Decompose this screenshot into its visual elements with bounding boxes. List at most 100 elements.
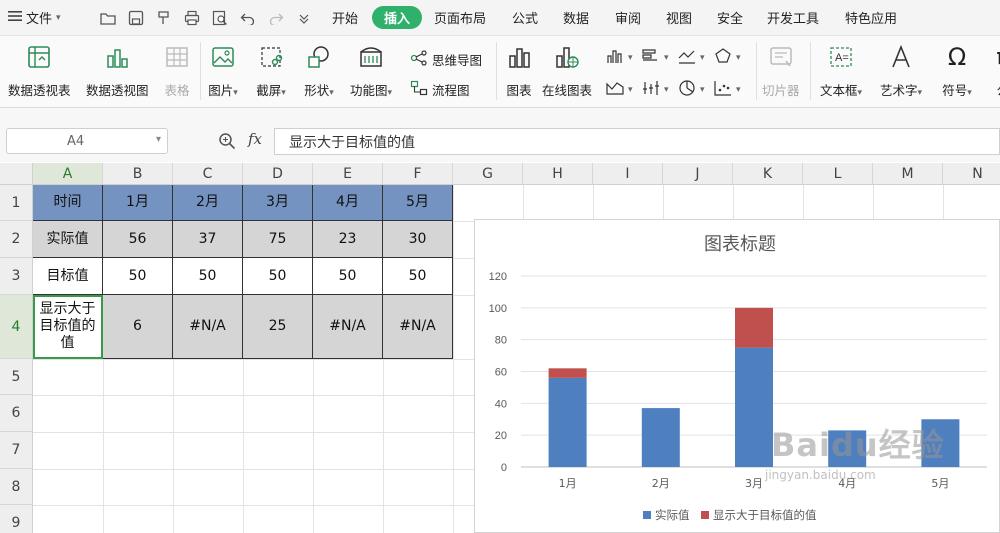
cell-b4[interactable]: 6 — [103, 295, 173, 359]
cell-d2[interactable]: 75 — [243, 221, 313, 258]
cell-c4[interactable]: #N/A — [173, 295, 243, 359]
row-header-3[interactable]: 3 — [0, 258, 33, 295]
stock-chart-button[interactable]: ▾ — [642, 80, 669, 99]
cell-f4[interactable]: #N/A — [383, 295, 453, 359]
column-header-b[interactable]: B — [103, 163, 173, 185]
formula-input[interactable]: 显示大于目标值的值 — [274, 128, 1000, 155]
row-header-5[interactable]: 5 — [0, 359, 33, 395]
cell-a3[interactable]: 目标值 — [33, 258, 103, 295]
column-header-a[interactable]: A — [33, 163, 103, 185]
symbol-button[interactable]: Ω 符号▾ — [942, 42, 972, 99]
function-chart-button[interactable]: 功能图▾ — [350, 42, 392, 99]
tab-data[interactable]: 数据 — [563, 8, 589, 27]
column-chart-button[interactable]: ▾ — [606, 48, 633, 67]
picture-button[interactable]: 图片▾ — [208, 42, 238, 99]
tab-special-apps[interactable]: 特色应用 — [845, 8, 897, 27]
column-header-i[interactable]: I — [593, 163, 663, 185]
pivot-chart-button[interactable]: 数据透视图 — [86, 42, 149, 99]
tab-home[interactable]: 开始 — [332, 8, 358, 27]
tab-page-layout[interactable]: 页面布局 — [434, 8, 486, 27]
pie-chart-button[interactable]: ▾ — [678, 80, 705, 99]
open-folder-icon[interactable] — [98, 8, 118, 28]
y-tick-label: 120 — [489, 271, 507, 283]
stacked-column-chart[interactable]: 图表标题 0 20 40 60 80 100 120 1月 2月 3月 4月 5月 实际值 显示大于目标值的… — [474, 219, 1000, 533]
column-header-n[interactable]: N — [943, 163, 1000, 185]
redo-icon[interactable] — [266, 8, 286, 28]
cell-c1[interactable]: 2月 — [173, 185, 243, 221]
line-chart-button[interactable]: ▾ — [678, 48, 705, 67]
column-header-f[interactable]: F — [383, 163, 453, 185]
area-chart-button[interactable]: ▾ — [606, 80, 633, 99]
pivot-table-button[interactable]: 数据透视表 — [8, 42, 71, 99]
cell-e4[interactable]: #N/A — [313, 295, 383, 359]
tab-formulas[interactable]: 公式 — [512, 8, 538, 27]
column-header-d[interactable]: D — [243, 163, 313, 185]
row-header-9[interactable]: 9 — [0, 505, 33, 533]
tab-developer[interactable]: 开发工具 — [767, 8, 819, 27]
screenshot-button[interactable]: 截屏▾ — [256, 42, 286, 99]
cell-b3[interactable]: 50 — [103, 258, 173, 295]
shapes-button[interactable]: 形状▾ — [304, 42, 334, 99]
tab-insert[interactable]: 插入 — [372, 6, 423, 29]
undo-icon[interactable] — [238, 8, 258, 28]
zoom-icon[interactable] — [218, 132, 236, 154]
scatter-chart-button[interactable]: ▾ — [714, 80, 741, 99]
tab-view[interactable]: 视图 — [666, 8, 692, 27]
column-header-l[interactable]: L — [803, 163, 873, 185]
customize-toolbar-icon[interactable] — [294, 8, 314, 28]
column-header-m[interactable]: M — [873, 163, 943, 185]
cell-f2[interactable]: 30 — [383, 221, 453, 258]
column-header-e[interactable]: E — [313, 163, 383, 185]
formula-insert-button[interactable]: π 公 — [988, 42, 1000, 99]
fx-icon[interactable]: fx — [248, 130, 262, 148]
cell-a1[interactable]: 时间 — [33, 185, 103, 221]
wordart-button[interactable]: 艺术字▾ — [880, 42, 922, 99]
column-header-j[interactable]: J — [663, 163, 733, 185]
print-icon[interactable] — [182, 8, 202, 28]
format-painter-icon[interactable] — [154, 8, 174, 28]
cell-e2[interactable]: 23 — [313, 221, 383, 258]
column-chart-icon — [606, 48, 624, 67]
mindmap-button[interactable]: 思维导图 — [410, 50, 482, 69]
column-header-k[interactable]: K — [733, 163, 803, 185]
cell-c3[interactable]: 50 — [173, 258, 243, 295]
save-icon[interactable] — [126, 8, 146, 28]
row-header-8[interactable]: 8 — [0, 469, 33, 505]
print-preview-icon[interactable] — [210, 8, 230, 28]
cell-e3[interactable]: 50 — [313, 258, 383, 295]
textbox-button[interactable]: A= 文本框▾ — [820, 42, 862, 99]
table-button[interactable]: 表格 — [162, 42, 192, 99]
cell-b1[interactable]: 1月 — [103, 185, 173, 221]
scissors-icon — [256, 42, 286, 72]
slicer-button[interactable]: 切片器 — [762, 42, 800, 99]
cell-e1[interactable]: 4月 — [313, 185, 383, 221]
spreadsheet-grid[interactable]: A B C D E F G H I J K L M N 1 2 3 4 5 6 7 8 9 时间 1月 2月 3月 4月 5月 实际值 56… — [0, 163, 1000, 533]
cell-f1[interactable]: 5月 — [383, 185, 453, 221]
cell-f3[interactable]: 50 — [383, 258, 453, 295]
file-menu[interactable]: 文件 ▾ — [8, 8, 61, 27]
column-header-h[interactable]: H — [523, 163, 593, 185]
cell-d1[interactable]: 3月 — [243, 185, 313, 221]
cell-c2[interactable]: 37 — [173, 221, 243, 258]
tab-review[interactable]: 审阅 — [615, 8, 641, 27]
chart-button[interactable]: 图表 — [504, 42, 534, 99]
name-box[interactable]: A4 ▾ — [6, 128, 168, 154]
tab-security[interactable]: 安全 — [717, 8, 743, 27]
bar-chart-button[interactable]: ▾ — [642, 48, 669, 67]
cell-a4[interactable]: 显示大于目标值的值 — [33, 295, 103, 359]
radar-chart-button[interactable]: ▾ — [714, 48, 741, 67]
row-header-2[interactable]: 2 — [0, 221, 33, 258]
column-header-g[interactable]: G — [453, 163, 523, 185]
online-chart-button[interactable]: 在线图表 — [542, 42, 592, 99]
cell-b2[interactable]: 56 — [103, 221, 173, 258]
row-header-4[interactable]: 4 — [0, 295, 33, 359]
row-header-1[interactable]: 1 — [0, 185, 33, 221]
select-all-corner[interactable] — [0, 163, 33, 185]
flowchart-button[interactable]: 流程图 — [410, 80, 470, 99]
column-header-c[interactable]: C — [173, 163, 243, 185]
row-header-6[interactable]: 6 — [0, 395, 33, 432]
cell-d4[interactable]: 25 — [243, 295, 313, 359]
cell-a2[interactable]: 实际值 — [33, 221, 103, 258]
cell-d3[interactable]: 50 — [243, 258, 313, 295]
row-header-7[interactable]: 7 — [0, 432, 33, 469]
